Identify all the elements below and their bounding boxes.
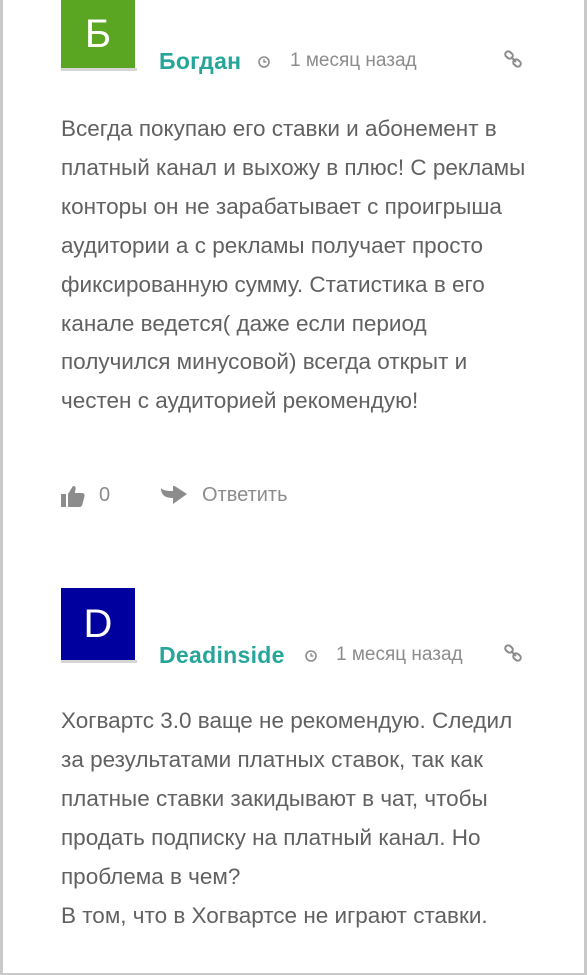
comment-paragraph: Всегда покупаю его ставки и абонемент в … bbox=[61, 116, 526, 414]
reply-button[interactable]: Ответить bbox=[202, 484, 288, 507]
avatar-letter: Б bbox=[84, 11, 112, 56]
comment-actions: 0 Ответить bbox=[61, 482, 361, 512]
comment-author[interactable]: Богдан bbox=[159, 48, 241, 75]
comment-paragraph: Хогвартс 3.0 ваще не рекомендую. Следил … bbox=[61, 708, 513, 889]
clock-icon bbox=[258, 56, 270, 68]
comment-time[interactable]: 1 месяц назад bbox=[336, 644, 463, 666]
page-border-left bbox=[0, 0, 3, 975]
comment-deadinside: D Deadinside 1 месяц назад Хогвартс 3.0 … bbox=[61, 588, 541, 975]
like-count: 0 bbox=[99, 484, 111, 506]
comment-paragraph: В том, что в Хогвартсе не играют ставки. bbox=[61, 902, 488, 928]
avatar-shadow bbox=[61, 660, 137, 663]
link-icon[interactable] bbox=[503, 49, 525, 71]
thumbs-up-icon[interactable] bbox=[61, 485, 85, 507]
avatar[interactable]: Б bbox=[61, 0, 135, 68]
comment-author[interactable]: Deadinside bbox=[159, 642, 285, 669]
avatar[interactable]: D bbox=[61, 588, 135, 660]
comment-time[interactable]: 1 месяц назад bbox=[290, 50, 417, 72]
avatar-shadow bbox=[61, 68, 137, 71]
comment-bogdan: Б Богдан 1 месяц назад Всегда покупаю ег… bbox=[61, 0, 541, 520]
clock-icon bbox=[305, 650, 317, 662]
comment-text: Хогвартс 3.0 ваще не рекомендую. Следил … bbox=[61, 702, 541, 935]
link-icon[interactable] bbox=[503, 643, 525, 665]
avatar-letter: D bbox=[83, 601, 113, 646]
comment-text: Всегда покупаю его ставки и абонемент в … bbox=[61, 110, 541, 421]
reply-arrow-icon[interactable] bbox=[161, 486, 187, 506]
